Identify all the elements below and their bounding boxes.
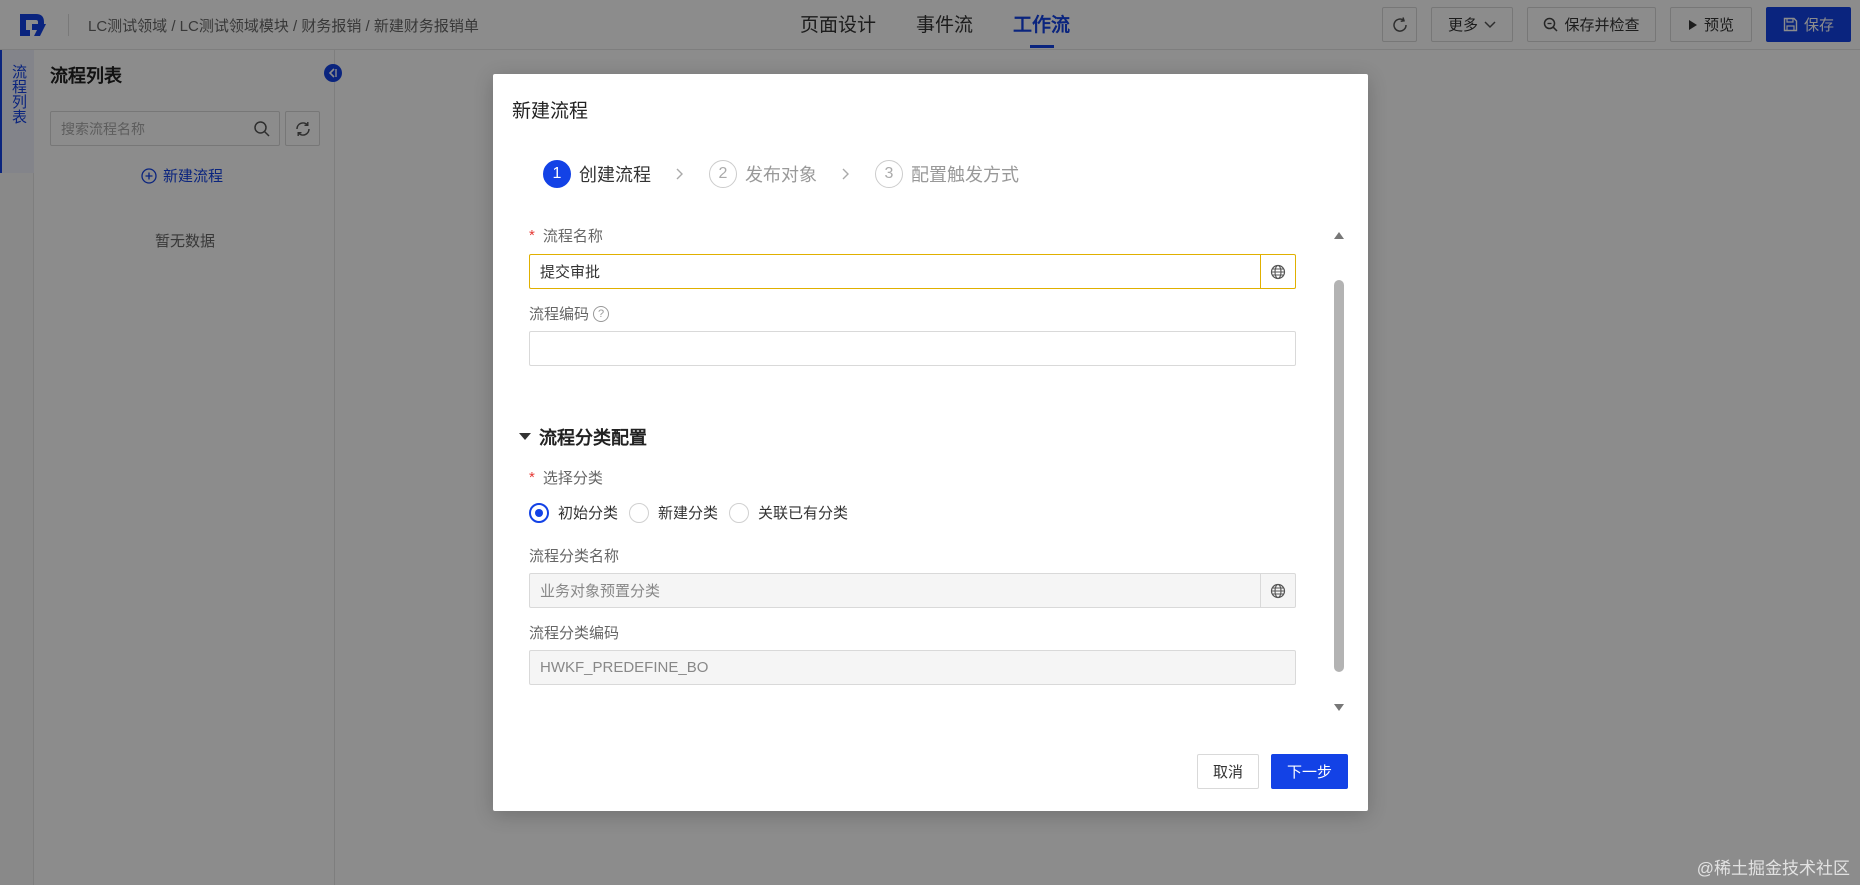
next-step-button[interactable]: 下一步 xyxy=(1271,754,1348,789)
step-label: 发布对象 xyxy=(745,165,817,185)
radio-link-existing-category[interactable]: 关联已有分类 xyxy=(729,502,848,523)
watermark: @稀土掘金技术社区 xyxy=(1696,859,1850,878)
radio-new-category[interactable]: 新建分类 xyxy=(629,502,718,523)
modal-title: 新建流程 xyxy=(512,101,589,122)
category-name-input: 业务对象预置分类 xyxy=(529,573,1296,608)
step-trigger-config: 3 配置触发方式 xyxy=(875,160,1019,188)
help-icon[interactable]: ? xyxy=(593,305,610,322)
flow-code-input[interactable] xyxy=(529,331,1296,366)
category-code-label: 流程分类编码 xyxy=(529,625,620,642)
step-label: 配置触发方式 xyxy=(911,165,1019,185)
category-config-section[interactable]: 流程分类配置 xyxy=(519,424,647,450)
chevron-right-icon xyxy=(676,168,683,180)
category-code-input: HWKF_PREDEFINE_BO xyxy=(529,650,1296,685)
scrollbar-thumb[interactable] xyxy=(1334,280,1344,672)
globe-icon xyxy=(1270,264,1286,279)
required-mark: * xyxy=(529,227,535,244)
radio-dot xyxy=(529,502,549,523)
required-mark: * xyxy=(529,469,535,486)
radio-dot xyxy=(729,502,750,523)
radio-dot xyxy=(629,502,650,523)
step-number: 3 xyxy=(875,160,903,188)
new-flow-modal: 新建流程 1 创建流程 2 发布对象 3 配置触发方式 * 流程名称 提交审批 xyxy=(493,74,1368,811)
step-create-flow: 1 创建流程 xyxy=(543,160,651,188)
cancel-button[interactable]: 取消 xyxy=(1197,754,1259,789)
category-radio-group: 初始分类 新建分类 关联已有分类 xyxy=(529,502,859,523)
step-label: 创建流程 xyxy=(579,165,651,185)
step-number: 1 xyxy=(543,160,571,188)
category-code-value: HWKF_PREDEFINE_BO xyxy=(540,659,709,676)
step-number: 2 xyxy=(709,160,737,188)
globe-icon xyxy=(1270,583,1286,598)
section-title-text: 流程分类配置 xyxy=(539,428,647,448)
category-name-label: 流程分类名称 xyxy=(529,548,620,565)
flow-code-label: 流程编码 ? xyxy=(529,303,610,324)
scroll-up-icon[interactable] xyxy=(1333,230,1345,240)
language-button[interactable] xyxy=(1260,574,1295,607)
select-category-label: * 选择分类 xyxy=(529,469,603,487)
flow-name-value: 提交审批 xyxy=(540,264,601,281)
flow-name-label: * 流程名称 xyxy=(529,227,603,245)
modal-scrollbar[interactable] xyxy=(1333,230,1345,725)
caret-down-icon xyxy=(519,433,531,440)
step-publish-object: 2 发布对象 xyxy=(709,160,817,188)
language-button[interactable] xyxy=(1260,255,1295,288)
radio-initial-category[interactable]: 初始分类 xyxy=(529,502,618,523)
chevron-right-icon xyxy=(842,168,849,180)
flow-name-input[interactable]: 提交审批 xyxy=(529,254,1296,289)
scroll-down-icon[interactable] xyxy=(1333,703,1345,713)
steps-indicator: 1 创建流程 2 发布对象 3 配置触发方式 xyxy=(543,159,1019,189)
category-name-value: 业务对象预置分类 xyxy=(540,583,661,600)
